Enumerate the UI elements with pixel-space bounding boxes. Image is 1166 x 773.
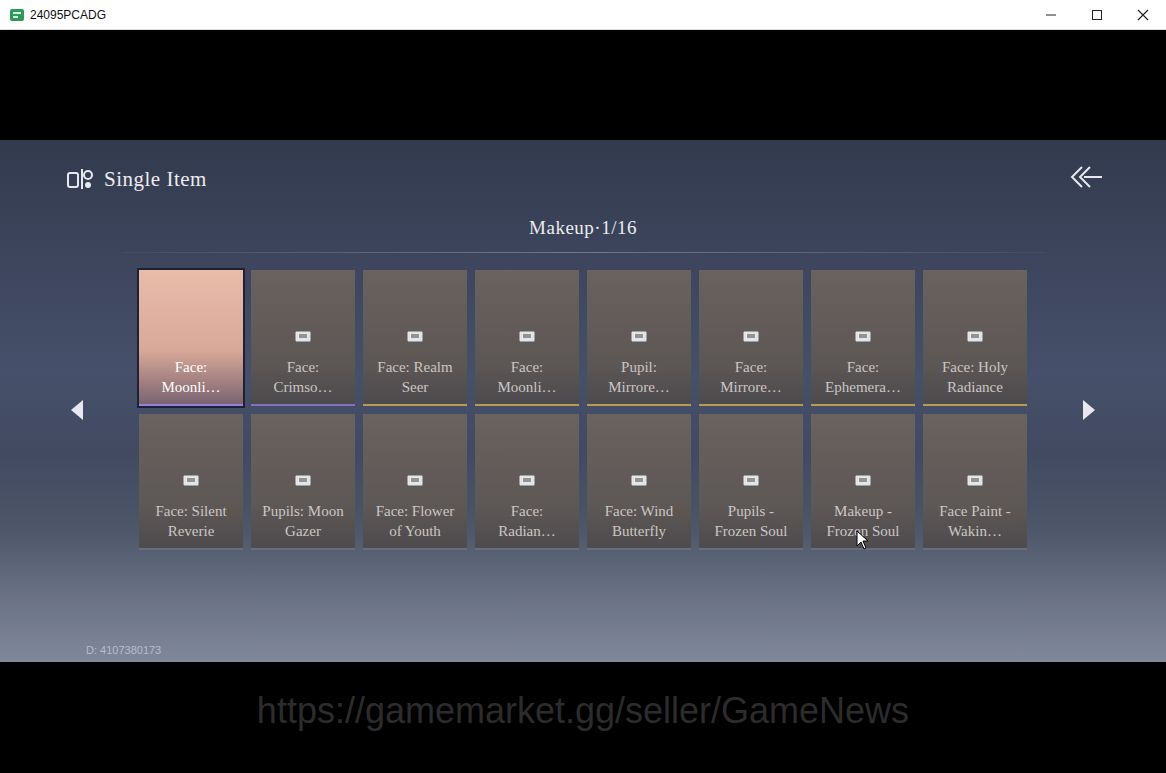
lock-badge-icon bbox=[519, 475, 535, 486]
right-arrow-icon bbox=[1082, 399, 1096, 421]
lock-badge-icon bbox=[183, 475, 199, 486]
lock-badge-icon bbox=[407, 475, 423, 486]
game-screen: Single ItemMakeup·1/16Face: Moonli…Face:… bbox=[0, 140, 1166, 662]
item-name: Face: Wind Butterfly bbox=[595, 501, 683, 548]
lock-badge-icon bbox=[855, 475, 871, 486]
back-arrow-icon bbox=[1068, 164, 1104, 190]
item-name: Face: Mirrore… bbox=[707, 357, 795, 404]
item-grid: Face: Moonli… Face: Crimso… Face: Realm Se… bbox=[139, 270, 1027, 550]
item-name: Face: Ephemera… bbox=[819, 357, 907, 404]
lock-badge-icon bbox=[631, 331, 647, 342]
item-name: Face: Radian… bbox=[483, 501, 571, 548]
lock-badge-icon bbox=[631, 475, 647, 486]
title-bar: 24095PCADG bbox=[0, 0, 1166, 30]
item-tile[interactable]: Face: Realm Seer bbox=[363, 270, 467, 406]
item-name: Face: Realm Seer bbox=[371, 357, 459, 404]
item-name: Face: Moonli… bbox=[483, 357, 571, 404]
header-title: Single Item bbox=[104, 167, 207, 192]
item-name: Face: Flower of Youth bbox=[371, 501, 459, 548]
left-arrow-icon bbox=[70, 399, 84, 421]
divider bbox=[122, 252, 1045, 253]
item-tile[interactable]: Face: Wind Butterfly bbox=[587, 414, 691, 550]
item-tile[interactable]: Pupils - Frozen Soul bbox=[699, 414, 803, 550]
lock-badge-icon bbox=[743, 331, 759, 342]
watermark: https://gamemarket.gg/seller/GameNews bbox=[257, 690, 909, 773]
previous-page-button[interactable] bbox=[67, 399, 87, 421]
item-tile[interactable]: Face Paint - Wakin… bbox=[923, 414, 1027, 550]
app-window: 24095PCADG Single Item Makeup·1/16 Face: Mo… bbox=[0, 0, 1166, 773]
maximize-icon bbox=[1091, 9, 1103, 21]
category-title: Makeup·1/16 bbox=[0, 216, 1166, 240]
item-tile[interactable]: Face: Flower of Youth bbox=[363, 414, 467, 550]
item-name: Face: Holy Radiance bbox=[931, 357, 1019, 404]
minimize-icon bbox=[1045, 9, 1057, 21]
item-name: Pupil: Mirrore… bbox=[595, 357, 683, 404]
item-name: Pupils - Frozen Soul bbox=[707, 501, 795, 548]
item-name: Face: Silent Reverie bbox=[147, 501, 235, 548]
lock-badge-icon bbox=[295, 331, 311, 342]
player-id: D: 4107380173 bbox=[0, 644, 1166, 662]
item-tile[interactable]: Face: Holy Radiance bbox=[923, 270, 1027, 406]
close-icon bbox=[1137, 9, 1149, 21]
letterbox bbox=[0, 30, 1166, 140]
app-icon bbox=[10, 9, 24, 21]
mouse-cursor-icon bbox=[856, 530, 870, 550]
item-tile[interactable]: Face: Moonli… bbox=[139, 270, 243, 406]
lock-badge-icon bbox=[295, 475, 311, 486]
item-name: Pupils: Moon Gazer bbox=[259, 501, 347, 548]
item-tile[interactable]: Pupils: Moon Gazer bbox=[251, 414, 355, 550]
lock-badge-icon bbox=[967, 331, 983, 342]
close-button[interactable] bbox=[1120, 0, 1166, 29]
lock-badge-icon bbox=[967, 475, 983, 486]
lock-badge-icon bbox=[855, 331, 871, 342]
lock-badge-icon bbox=[743, 475, 759, 486]
item-tile[interactable]: Face: Silent Reverie bbox=[139, 414, 243, 550]
wardrobe-icon bbox=[66, 167, 94, 191]
back-button[interactable] bbox=[1068, 164, 1104, 194]
item-name: Face: Crimso… bbox=[259, 357, 347, 404]
window-title: 24095PCADG bbox=[30, 8, 106, 22]
item-tile[interactable]: Face: Radian… bbox=[475, 414, 579, 550]
letterbox: https://gamemarket.gg/seller/GameNews bbox=[0, 662, 1166, 773]
minimize-button[interactable] bbox=[1028, 0, 1074, 29]
item-tile[interactable]: Face: Mirrore… bbox=[699, 270, 803, 406]
next-page-button[interactable] bbox=[1079, 399, 1099, 421]
lock-badge-icon bbox=[519, 331, 535, 342]
header: Single Item bbox=[0, 140, 1166, 196]
item-tile[interactable]: Face: Ephemera… bbox=[811, 270, 915, 406]
maximize-button[interactable] bbox=[1074, 0, 1120, 29]
item-tile[interactable]: Face: Crimso… bbox=[251, 270, 355, 406]
item-name: Face: Moonli… bbox=[147, 357, 235, 404]
item-tile[interactable]: Face: Moonli… bbox=[475, 270, 579, 406]
item-tile[interactable]: Pupil: Mirrore… bbox=[587, 270, 691, 406]
item-tile[interactable]: Makeup - Frozen Soul bbox=[811, 414, 915, 550]
lock-badge-icon bbox=[407, 331, 423, 342]
item-name: Face Paint - Wakin… bbox=[931, 501, 1019, 548]
